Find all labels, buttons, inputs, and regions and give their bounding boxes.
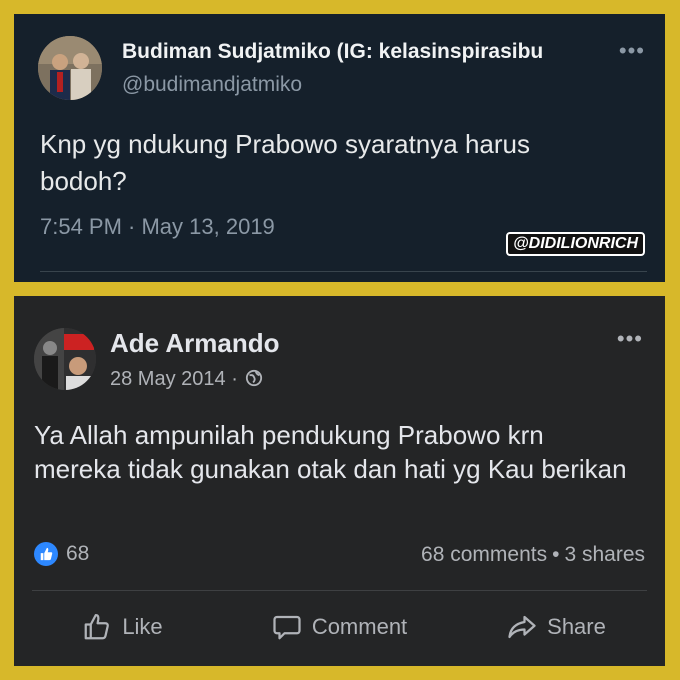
facebook-post-text: Ya Allah ampunilah pendukung Prabowo krn… <box>34 420 627 484</box>
stats-separator: • <box>552 543 560 566</box>
facebook-post-card: Ade Armando 28 May 2014 · ••• Ya Allah a… <box>14 296 665 666</box>
comment-button[interactable]: Comment <box>231 596 448 658</box>
facebook-author-name[interactable]: Ade Armando <box>110 328 280 359</box>
tweet-text: Knp yg ndukung Prabowo syaratnya harus b… <box>40 129 530 196</box>
likes-count: 68 <box>66 542 90 565</box>
like-button[interactable]: Like <box>14 596 231 658</box>
share-label: Share <box>547 614 606 639</box>
more-icon[interactable]: ••• <box>619 38 645 64</box>
facebook-post-date[interactable]: 28 May 2014 · <box>110 368 263 391</box>
tweet-author-handle[interactable]: @budimandjatmiko <box>122 73 302 97</box>
engagement-stats: 68 comments • 3 shares <box>421 543 645 567</box>
globe-icon <box>246 369 263 387</box>
tweet-timestamp[interactable]: 7:54 PM · May 13, 2019 <box>40 214 275 240</box>
shares-count[interactable]: 3 shares <box>564 543 645 566</box>
tweet-avatar[interactable] <box>38 36 102 100</box>
date-text: 28 May 2014 · <box>110 368 238 390</box>
comments-count[interactable]: 68 comments <box>421 543 547 566</box>
divider <box>32 590 647 591</box>
reactions-summary[interactable]: 68 <box>34 542 89 566</box>
comment-label: Comment <box>311 614 408 639</box>
facebook-avatar[interactable] <box>34 328 96 390</box>
tweet-card: Budiman Sudjatmiko (IG: kelasinspirasibu… <box>14 14 665 282</box>
tweet-author-name[interactable]: Budiman Sudjatmiko (IG: kelasinspirasibu <box>122 40 612 64</box>
like-label: Like <box>122 614 163 639</box>
thumbs-up-icon <box>84 614 110 640</box>
more-icon[interactable]: ••• <box>617 326 643 352</box>
watermark: @DIDILIONRICH <box>506 232 645 256</box>
divider <box>40 271 647 272</box>
comment-bubble-icon <box>273 615 301 640</box>
action-bar: Like Comment Share <box>14 596 665 658</box>
thumbs-up-icon <box>34 542 58 566</box>
share-arrow-icon <box>508 615 536 639</box>
share-button[interactable]: Share <box>448 596 665 658</box>
